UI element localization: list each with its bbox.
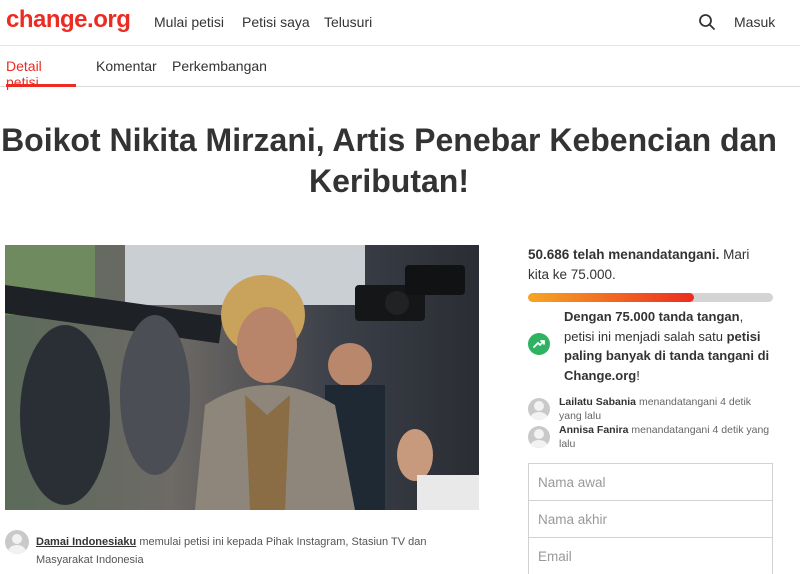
petition-tabs: Detail petisi Komentar Perkembangan: [0, 46, 800, 90]
tab-petition-details[interactable]: Detail petisi: [6, 58, 76, 90]
petition-title: Boikot Nikita Mirzani, Artis Penebar Keb…: [1, 122, 777, 199]
signer-avatar-icon: [528, 426, 550, 448]
first-name-field[interactable]: [528, 463, 773, 501]
petition-photo: [5, 245, 479, 510]
trending-up-icon: [528, 333, 550, 355]
milestone-text: Dengan 75.000 tanda tangan, petisi ini m…: [564, 307, 774, 385]
search-icon[interactable]: [698, 13, 716, 31]
top-navigation-bar: change.org Mulai petisi Petisi saya Telu…: [0, 0, 800, 46]
signature-progress-fill: [528, 293, 694, 302]
signer-name: Annisa Fanira: [559, 424, 629, 436]
milestone-text-2: !: [636, 367, 640, 383]
email-field[interactable]: [528, 537, 773, 574]
signer-text: Lailatu Sabania menandatangani 4 detik y…: [559, 395, 774, 423]
milestone-bold-1: Dengan 75.000 tanda tangan: [564, 309, 740, 324]
nav-my-petitions[interactable]: Petisi saya: [242, 14, 310, 30]
signer-text: Annisa Fanira menandatangani 4 detik yan…: [559, 423, 774, 451]
signer-avatar-icon: [528, 398, 550, 420]
signature-progress-bar: [528, 293, 773, 302]
tab-comments[interactable]: Komentar: [96, 58, 157, 87]
signature-sidebar: 50.686 telah menandatangani. Mari kita k…: [528, 245, 773, 450]
creator-avatar-icon: [5, 530, 29, 554]
creator-info: Damai Indonesiaku memulai petisi ini kep…: [36, 533, 486, 569]
login-link[interactable]: Masuk: [734, 14, 775, 30]
signature-count-bold: 50.686 telah menandatangani.: [528, 247, 720, 262]
tab-updates[interactable]: Perkembangan: [172, 58, 267, 87]
change-org-logo[interactable]: change.org: [6, 6, 131, 34]
creator-name-link[interactable]: Damai Indonesiaku: [36, 536, 136, 548]
nav-start-petition[interactable]: Mulai petisi: [154, 14, 224, 30]
signer-name: Lailatu Sabania: [559, 396, 637, 408]
nav-browse[interactable]: Telusuri: [324, 14, 372, 30]
last-name-field[interactable]: [528, 500, 773, 538]
signature-count: 50.686 telah menandatangani. Mari kita k…: [528, 245, 773, 285]
